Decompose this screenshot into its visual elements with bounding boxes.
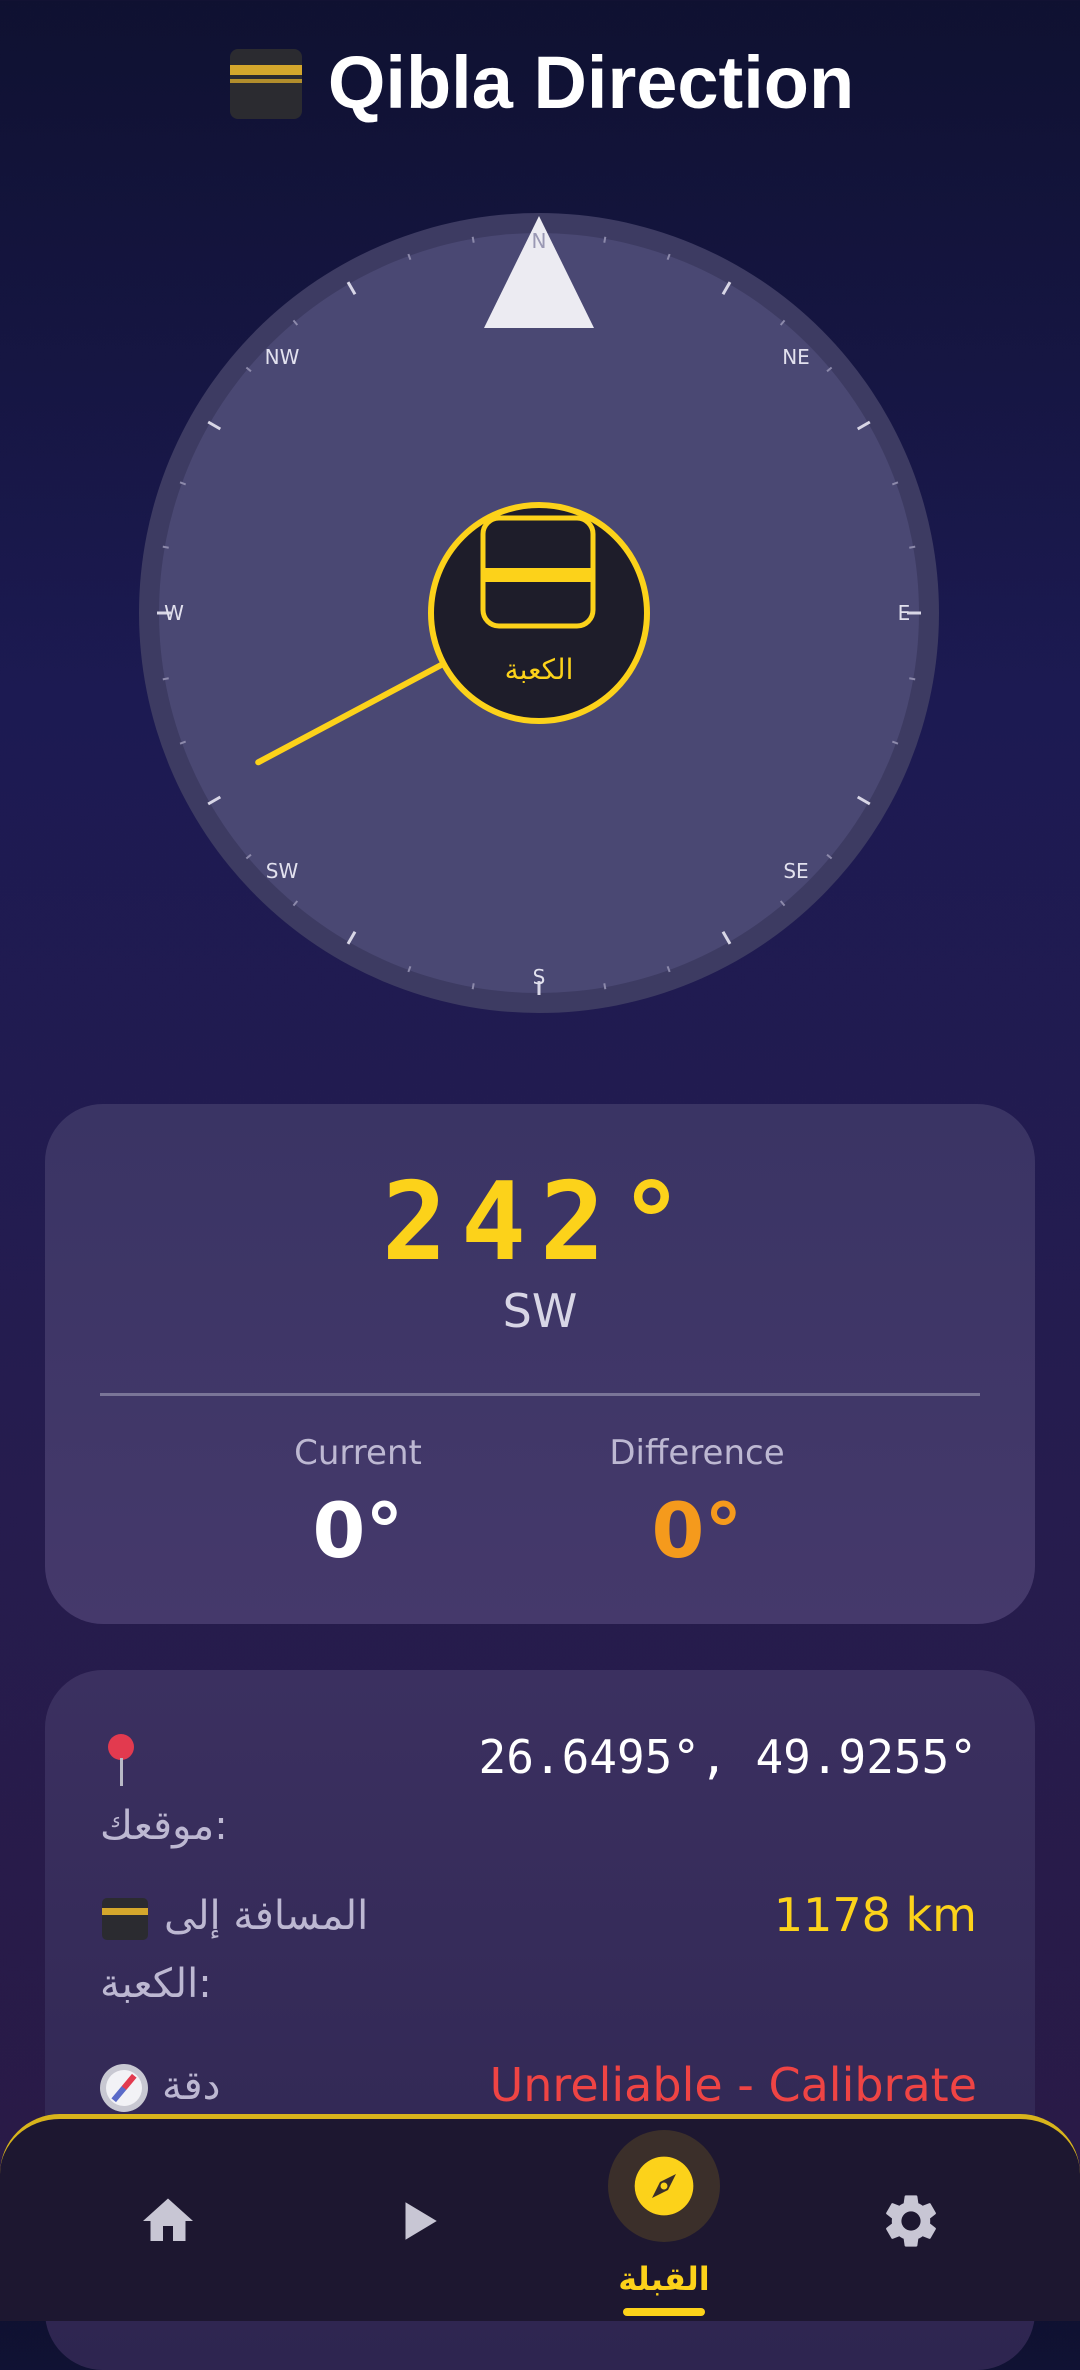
- label-n: N: [532, 229, 547, 253]
- pin-icon: [106, 1732, 136, 1788]
- label-nw: NW: [265, 345, 300, 369]
- compass-tick: [909, 677, 916, 681]
- page-title-text: Qibla Direction: [327, 41, 855, 124]
- compass-tick: [603, 236, 607, 243]
- accuracy-label: دقة: [162, 2063, 221, 2109]
- play-icon: [405, 2202, 437, 2240]
- page-title: Qibla Direction: [0, 40, 1080, 125]
- nav-qibla-label[interactable]: القبلة: [560, 2260, 768, 2298]
- compass-tick: [162, 677, 169, 681]
- compass-tick: [162, 545, 169, 549]
- nav-qibla[interactable]: [608, 2130, 720, 2242]
- nav-play[interactable]: [343, 2136, 493, 2306]
- nav-home[interactable]: [93, 2136, 243, 2306]
- qibla-direction: SW: [502, 1284, 578, 1338]
- label-ne: NE: [782, 345, 810, 369]
- label-sw: SW: [266, 859, 299, 883]
- kaaba-icon: [226, 43, 306, 123]
- location-row-label: موقعك:: [100, 1724, 228, 1860]
- label-e: E: [898, 601, 911, 625]
- kaaba-label: الكعبة: [505, 653, 574, 686]
- kaaba-center-icon: [480, 515, 596, 629]
- compass-icon: [634, 2156, 694, 2216]
- accuracy-row-label: دقة: [100, 2052, 220, 2120]
- difference-value: 0°: [651, 1486, 743, 1575]
- compass-tick: [603, 983, 607, 990]
- distance-label-line1: المسافة إلى: [164, 1893, 369, 1939]
- location-value: 26.6495°, 49.9255°: [478, 1730, 978, 1784]
- compass-tick: [471, 983, 475, 990]
- accuracy-value[interactable]: Unreliable - Calibrate: [490, 2058, 977, 2112]
- label-se: SE: [783, 859, 808, 883]
- compass: N NE E SE S SW W NW الكعبة: [138, 212, 940, 1014]
- label-w: W: [164, 601, 184, 625]
- current-value: 0°: [312, 1486, 404, 1575]
- label-s: S: [533, 965, 546, 989]
- distance-value: 1178 km: [773, 1888, 977, 1942]
- nav-settings[interactable]: [836, 2136, 986, 2306]
- qibla-degrees: 242°: [381, 1160, 699, 1285]
- gear-icon: [886, 2195, 936, 2247]
- difference-label: Difference: [609, 1433, 785, 1473]
- compass-icon: [100, 2064, 148, 2112]
- divider: [100, 1393, 980, 1396]
- distance-row-label: المسافة إلى الكعبة:: [100, 1882, 368, 2018]
- compass-tick: [471, 236, 475, 243]
- compass-tick: [909, 545, 916, 549]
- location-label: موقعك:: [100, 1803, 228, 1849]
- home-icon: [143, 2198, 193, 2241]
- current-label: Current: [294, 1433, 422, 1473]
- distance-label-line2: الكعبة:: [100, 1961, 212, 2007]
- nav-active-indicator: [623, 2308, 705, 2316]
- kaaba-icon: [100, 1894, 150, 1942]
